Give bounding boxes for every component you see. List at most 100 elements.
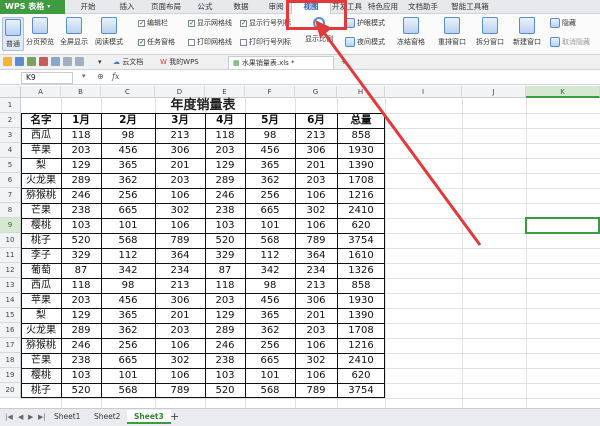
- table-cell[interactable]: 2410: [337, 203, 385, 218]
- table-cell[interactable]: 苹果: [21, 143, 61, 158]
- table-cell[interactable]: 213: [295, 278, 337, 293]
- table-cell[interactable]: 256: [245, 338, 295, 353]
- table-cell[interactable]: 106: [155, 338, 205, 353]
- row-header[interactable]: 15: [0, 308, 21, 323]
- unhide-window-button[interactable]: 取消隐藏: [550, 37, 590, 47]
- table-cell[interactable]: 306: [155, 143, 205, 158]
- table-cell[interactable]: 289: [205, 173, 245, 188]
- table-cell[interactable]: 火龙果: [21, 173, 61, 188]
- column-header[interactable]: F: [245, 86, 295, 98]
- table-cell[interactable]: 289: [61, 173, 101, 188]
- table-cell[interactable]: 203: [295, 323, 337, 338]
- row-header[interactable]: 2: [0, 113, 21, 128]
- row-header[interactable]: 3: [0, 128, 21, 143]
- row-header[interactable]: 6: [0, 173, 21, 188]
- table-cell[interactable]: 106: [155, 188, 205, 203]
- table-cell[interactable]: 103: [205, 218, 245, 233]
- table-cell[interactable]: 129: [61, 308, 101, 323]
- table-header-cell[interactable]: 2月: [101, 113, 155, 128]
- table-cell[interactable]: 568: [245, 383, 295, 398]
- table-cell[interactable]: 203: [205, 143, 245, 158]
- table-cell[interactable]: 256: [245, 188, 295, 203]
- table-cell[interactable]: 101: [245, 368, 295, 383]
- table-cell[interactable]: 789: [155, 233, 205, 248]
- column-header[interactable]: B: [61, 86, 101, 98]
- show-gridlines-checkbox[interactable]: ✓ 显示网格线: [188, 18, 232, 28]
- table-cell[interactable]: 103: [205, 368, 245, 383]
- sheet-tab[interactable]: Sheet3: [127, 410, 171, 424]
- row-header[interactable]: 9: [0, 218, 21, 233]
- table-cell[interactable]: 203: [155, 173, 205, 188]
- table-cell[interactable]: 112: [245, 248, 295, 263]
- save-icon[interactable]: [15, 57, 24, 66]
- table-cell[interactable]: 1930: [337, 293, 385, 308]
- table-cell[interactable]: 302: [155, 353, 205, 368]
- prev-sheet-icon[interactable]: ◀: [18, 413, 23, 421]
- table-cell[interactable]: 456: [101, 293, 155, 308]
- table-cell[interactable]: 1610: [337, 248, 385, 263]
- table-cell[interactable]: 568: [245, 233, 295, 248]
- table-header-cell[interactable]: 4月: [205, 113, 245, 128]
- full-screen-button[interactable]: 全屏显示: [60, 17, 88, 47]
- table-header-cell[interactable]: 名字: [21, 113, 61, 128]
- table-cell[interactable]: 1390: [337, 308, 385, 323]
- table-cell[interactable]: 238: [61, 203, 101, 218]
- table-cell[interactable]: 87: [205, 263, 245, 278]
- column-header[interactable]: J: [462, 86, 526, 98]
- table-cell[interactable]: 桃子: [21, 233, 61, 248]
- table-header-cell[interactable]: 6月: [295, 113, 337, 128]
- table-cell[interactable]: 342: [101, 263, 155, 278]
- table-cell[interactable]: 3754: [337, 383, 385, 398]
- print-preview-icon[interactable]: [51, 57, 60, 66]
- table-cell[interactable]: 362: [245, 323, 295, 338]
- column-header[interactable]: K: [526, 86, 600, 98]
- customize-toolbar-button[interactable]: ▾: [98, 56, 102, 69]
- table-cell[interactable]: 106: [155, 368, 205, 383]
- table-cell[interactable]: 猕猴桃: [21, 338, 61, 353]
- function-icon[interactable]: fx: [112, 72, 119, 81]
- select-all-corner[interactable]: [0, 86, 21, 98]
- table-cell[interactable]: 234: [155, 263, 205, 278]
- row-header[interactable]: 19: [0, 368, 21, 383]
- table-cell[interactable]: 238: [205, 203, 245, 218]
- table-title[interactable]: 年度销量表: [21, 98, 385, 113]
- column-header[interactable]: D: [155, 86, 205, 98]
- table-cell[interactable]: 118: [61, 128, 101, 143]
- row-header[interactable]: 7: [0, 188, 21, 203]
- table-cell[interactable]: 1216: [337, 338, 385, 353]
- table-cell[interactable]: 芒果: [21, 353, 61, 368]
- table-cell[interactable]: 苹果: [21, 293, 61, 308]
- table-cell[interactable]: 289: [205, 323, 245, 338]
- table-cell[interactable]: 梨: [21, 308, 61, 323]
- new-window-button[interactable]: 新建窗口: [513, 17, 541, 47]
- menu-tab[interactable]: 智能工具箱: [443, 0, 497, 14]
- table-cell[interactable]: 1708: [337, 323, 385, 338]
- table-cell[interactable]: 129: [205, 158, 245, 173]
- table-cell[interactable]: 101: [101, 218, 155, 233]
- table-cell[interactable]: 103: [61, 368, 101, 383]
- row-header[interactable]: 13: [0, 278, 21, 293]
- last-sheet-icon[interactable]: ▶|: [38, 413, 46, 421]
- freeze-panes-button[interactable]: 冻结窗格: [397, 17, 425, 47]
- table-cell[interactable]: 201: [155, 158, 205, 173]
- table-cell[interactable]: 203: [61, 293, 101, 308]
- table-cell[interactable]: 203: [155, 323, 205, 338]
- table-cell[interactable]: 101: [101, 368, 155, 383]
- table-cell[interactable]: 456: [245, 143, 295, 158]
- table-cell[interactable]: 樱桃: [21, 368, 61, 383]
- print-gridlines-checkbox[interactable]: 打印网格线: [188, 37, 232, 47]
- menu-tab[interactable]: 特色应用: [363, 0, 403, 14]
- table-cell[interactable]: 1708: [337, 173, 385, 188]
- table-cell[interactable]: 362: [101, 323, 155, 338]
- table-cell[interactable]: 西瓜: [21, 128, 61, 143]
- zoom-formula-icon[interactable]: ⊕: [97, 72, 104, 81]
- table-cell[interactable]: 362: [101, 173, 155, 188]
- table-cell[interactable]: 201: [295, 308, 337, 323]
- table-cell[interactable]: 858: [337, 278, 385, 293]
- table-cell[interactable]: 364: [155, 248, 205, 263]
- row-header[interactable]: 17: [0, 338, 21, 353]
- table-cell[interactable]: 203: [295, 173, 337, 188]
- task-pane-checkbox[interactable]: ✓ 任务窗格: [138, 37, 175, 47]
- first-sheet-icon[interactable]: |◀: [5, 413, 13, 421]
- sheet-tab[interactable]: Sheet2: [87, 410, 127, 424]
